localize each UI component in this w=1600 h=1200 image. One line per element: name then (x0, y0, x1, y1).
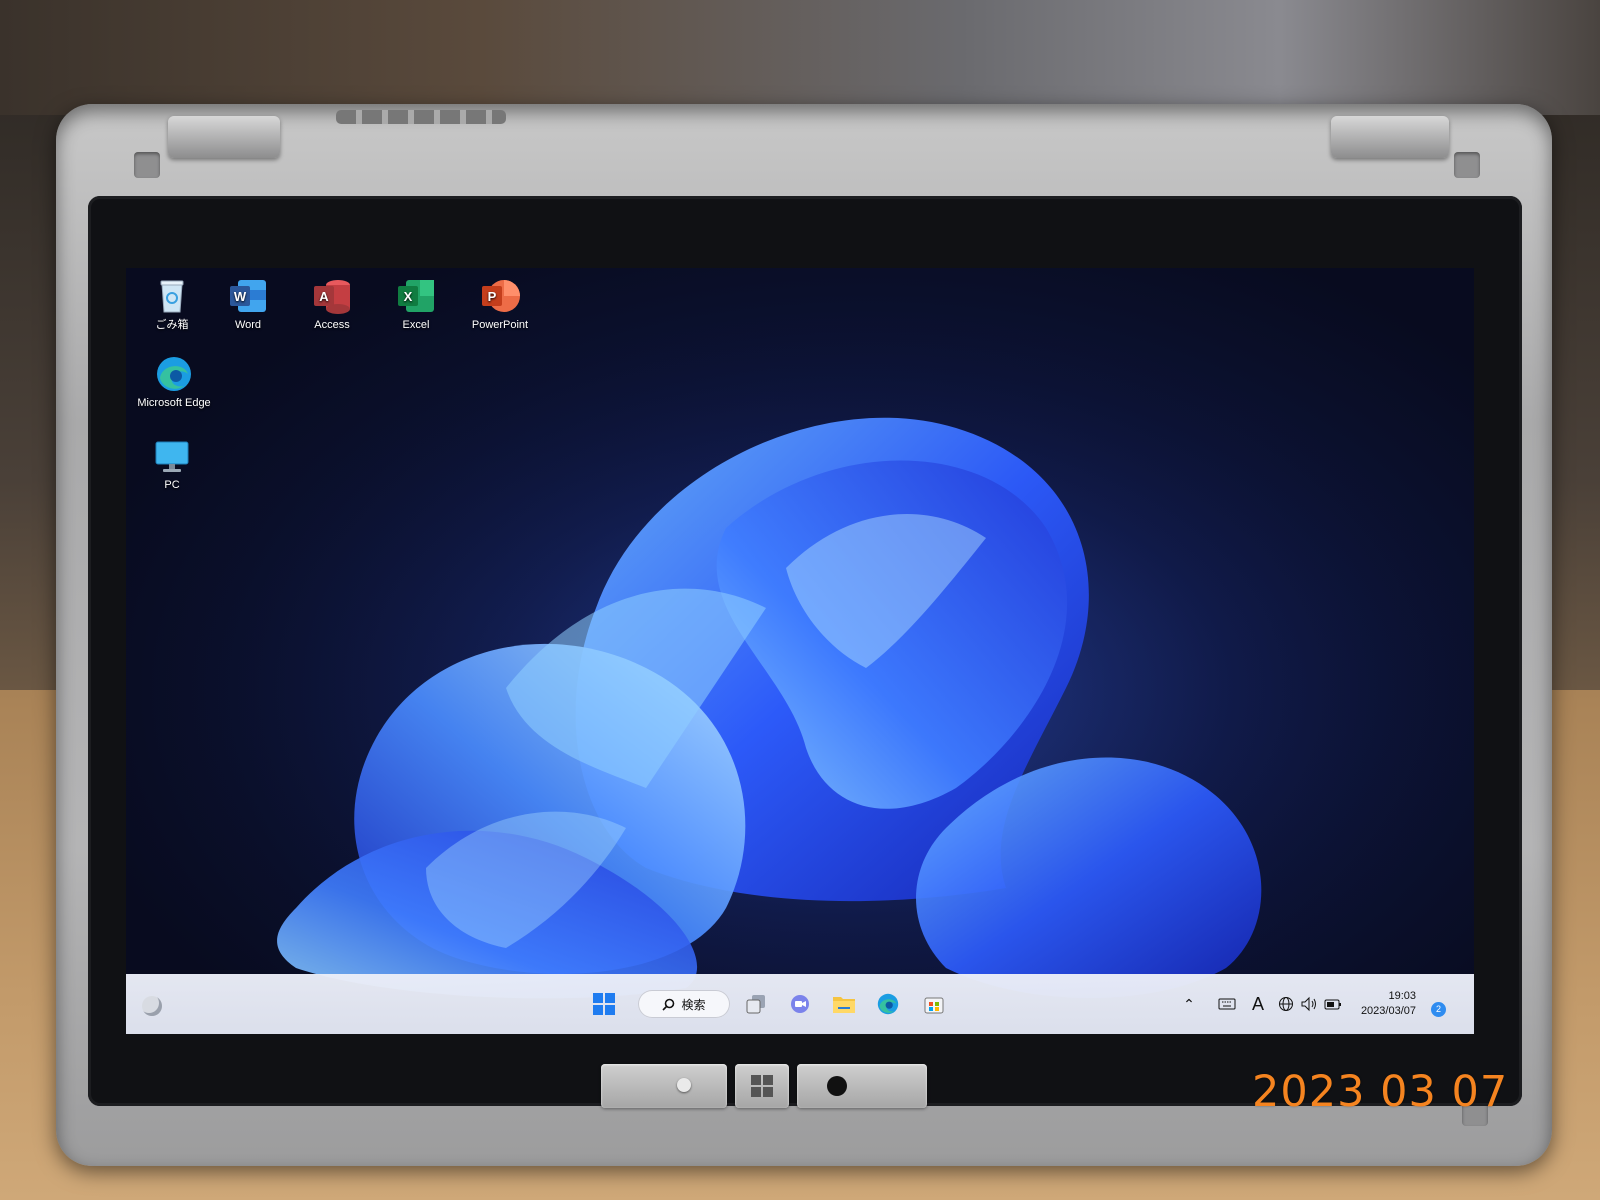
start-button[interactable] (586, 986, 622, 1022)
svg-text:P: P (488, 289, 497, 304)
file-explorer-icon (833, 997, 855, 1013)
windows-logo-icon (751, 1075, 773, 1097)
edge-icon (877, 993, 899, 1015)
bloom-wallpaper (126, 268, 1474, 1034)
photo-date-stamp: 2023 03 07 (1252, 1067, 1509, 1117)
right-hinge (1331, 116, 1449, 158)
network-globe-icon[interactable] (1278, 996, 1294, 1012)
volume-icon[interactable] (1300, 996, 1318, 1012)
edge-taskbar-button[interactable] (870, 986, 906, 1022)
desktop-icon-access[interactable]: A Access (294, 276, 370, 332)
pc-monitor-icon (155, 441, 189, 472)
access-icon: A (314, 280, 350, 314)
notification-badge[interactable]: 2 (1431, 1002, 1446, 1017)
word-icon: W (230, 280, 266, 312)
corner-pad (1454, 152, 1480, 178)
show-hidden-icons-chevron-icon[interactable]: ⌃ (1176, 996, 1202, 1013)
taskbar-clock[interactable]: 19:03 2023/03/07 (1361, 989, 1416, 1019)
start-icon (593, 993, 615, 1015)
task-view-icon (746, 995, 765, 1014)
corner-pad (134, 152, 160, 178)
search-icon (662, 998, 675, 1011)
recycle-bin-icon (160, 280, 184, 313)
desktop-icon-word[interactable]: W Word (210, 276, 286, 332)
touch-keyboard-icon[interactable] (1218, 998, 1236, 1010)
laptop-body: ごみ箱 W Word A Access X Excel P PowerPoint… (56, 104, 1552, 1166)
camera-strip (797, 1064, 927, 1108)
background-shelf (0, 0, 1600, 115)
camera-lens-icon (827, 1076, 847, 1096)
desktop-icon-powerpoint[interactable]: P PowerPoint (462, 276, 538, 332)
hardware-button-bar (601, 1064, 931, 1112)
powerpoint-icon: P (482, 280, 520, 312)
ime-mode-indicator[interactable]: A (1252, 994, 1264, 1015)
windows-hardware-button[interactable] (735, 1064, 789, 1108)
desktop-icon-recycle-bin[interactable]: ごみ箱 (134, 276, 210, 332)
power-led-icon (677, 1078, 691, 1092)
vent-grille (336, 110, 506, 124)
edge-icon (157, 357, 191, 391)
clock-date: 2023/03/07 (1360, 1005, 1416, 1017)
desktop-screen: ごみ箱 W Word A Access X Excel P PowerPoint… (126, 268, 1474, 1034)
desktop-icon-pc[interactable]: PC (134, 436, 210, 492)
weather-widget-icon[interactable] (142, 996, 162, 1016)
taskbar: 検索 ⌃ A 19:03 2023/03/07 2 (126, 974, 1474, 1034)
svg-text:W: W (234, 289, 247, 304)
chat-icon (791, 995, 809, 1013)
search-label: 検索 (681, 997, 706, 1012)
taskbar-search[interactable]: 検索 (638, 990, 730, 1018)
file-explorer-button[interactable] (826, 986, 862, 1022)
battery-icon[interactable] (1324, 997, 1342, 1011)
left-hinge (168, 116, 280, 158)
clock-time: 19:03 (1388, 990, 1416, 1002)
task-view-button[interactable] (738, 986, 774, 1022)
svg-text:X: X (404, 289, 413, 304)
screen-bezel: ごみ箱 W Word A Access X Excel P PowerPoint… (88, 196, 1522, 1106)
excel-icon: X (398, 280, 434, 312)
store-icon (924, 997, 944, 1014)
desktop-icon-edge[interactable]: Microsoft Edge (132, 354, 216, 410)
desktop-icon-excel[interactable]: X Excel (378, 276, 454, 332)
chat-button[interactable] (782, 986, 818, 1022)
svg-text:A: A (319, 289, 329, 304)
system-tray: ⌃ A (1176, 974, 1342, 1034)
store-button[interactable] (916, 986, 952, 1022)
power-button[interactable] (601, 1064, 727, 1108)
